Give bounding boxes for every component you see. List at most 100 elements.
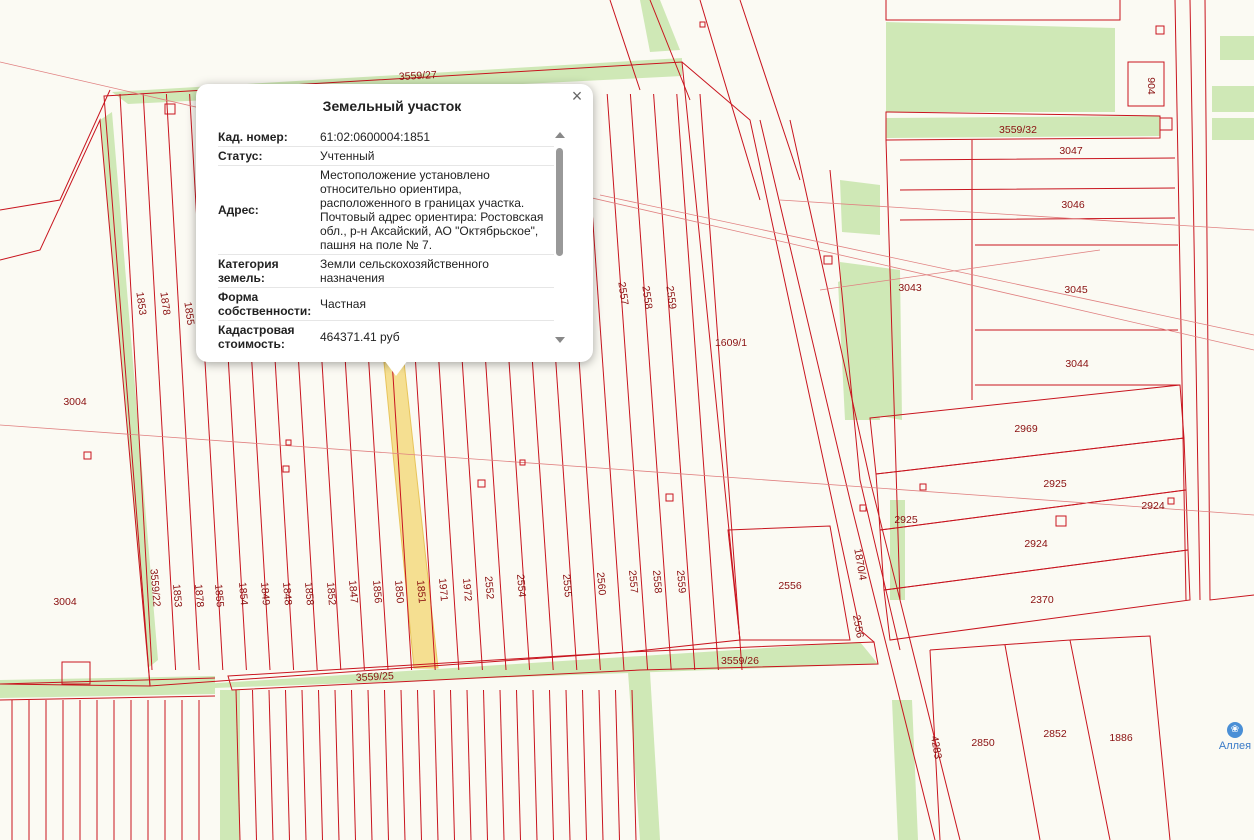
close-icon[interactable]: × [567,86,587,106]
parcel-label: 1609/1 [715,337,747,349]
parcel-boundary [334,689,340,840]
cadastral-map[interactable]: 1853 1878 18552557 2558 25593559/22 1853 1878 1… [0,0,1254,840]
parcel-label: 1972 [460,578,474,602]
parcel-label: 2557 [615,281,630,306]
structure-marker [282,465,290,473]
parcel-info-table: Кад. номер: 61:02:0600004:1851 Статус: Учт… [218,128,554,348]
parcel-label: 2559 [674,570,688,594]
parcel-boundary [351,689,356,840]
structure-marker [477,479,486,488]
parcel-label: 1849 [258,582,272,606]
parcel-label: 2559 [663,285,678,310]
structure-marker [919,483,927,491]
info-row: Статус: Учтенный [218,147,554,166]
parcel-label: 2557 [626,570,640,594]
info-key: Форма собственности: [218,290,312,318]
structure-marker [1167,497,1175,505]
info-key: Кадастровая стоимость: [218,323,295,348]
parcel-boundary [318,689,323,840]
info-value: Местоположение установлено относительно … [320,168,544,252]
parcel-label: 3046 [1061,199,1085,211]
structure-marker [665,493,674,502]
parcel-label: 2558 [639,285,654,310]
parcel-label: 1858 [302,582,316,606]
tree-pin-icon: ❀ [1227,722,1243,738]
poi-marker[interactable]: ❀ Аллея [1212,722,1254,752]
parcel-boundary [417,689,422,840]
road-label: 3559/27 [399,69,438,83]
parcel-label: 2552 [482,576,496,600]
road-label: 3559/26 [721,655,759,667]
poi-label: Аллея [1218,740,1252,752]
parcel-label: 2925 [894,514,918,526]
parcel-label: 1855 [212,584,226,608]
info-row: Форма собственности: Частная [218,288,554,321]
green-zone [1212,118,1254,140]
parcel-label: 2850 [971,737,995,749]
parcel-label: 4283 [928,735,944,760]
parcel-boundary [367,689,373,840]
parcel-label: 2370 [1030,594,1054,606]
scroll-up-icon[interactable] [555,132,565,138]
structure-marker [1055,515,1067,527]
parcel-boundary [549,689,554,840]
structure-marker [823,255,833,265]
scroll-down-icon[interactable] [555,337,565,343]
parcel-boundary [400,689,406,840]
parcel-info-popup: Земельный участок × Кад. номер: 61:02:060… [196,84,593,362]
info-row: Адрес: Местоположение установлено относит… [218,166,554,255]
parcel-label: 2558 [650,570,664,594]
info-key: Адрес: [218,203,259,217]
parcel-label: 1852 [324,582,338,606]
parcel-boundary [0,89,111,211]
green-zone [1212,86,1254,112]
parcel-label: 2924 [1024,538,1048,550]
parcel-label: 3044 [1065,358,1089,370]
selected-parcel-1851 [383,361,439,669]
parcel-boundary [885,0,1121,21]
info-value: 61:02:0600004:1851 [320,130,431,144]
scrollbar-thumb[interactable] [556,148,563,256]
parcel-boundary [699,93,743,671]
structure-marker [699,21,706,28]
parcel-label: 1854 [236,582,250,606]
parcel-label: 2969 [1014,423,1038,435]
parcel-boundary [565,689,571,840]
parcel-label: 1848 [280,582,294,606]
structure-marker [1159,117,1173,131]
parcel-boundary [450,689,455,840]
parcel-label: 3004 [63,396,87,408]
parcel-label: 2556 [850,614,866,639]
info-value: Частная [320,297,366,311]
parcel-label: 2554 [514,574,528,598]
parcel-boundary [433,689,439,840]
parcel-label: 1870/4 [851,548,868,582]
road-label: 3559/32 [999,124,1037,136]
parcel-boundary [516,689,521,840]
parcel-boundary [483,689,488,840]
structure-marker [83,451,92,460]
parcel-label: 1856 [370,580,384,604]
info-row: Кадастровая стоимость: 464371.41 руб [218,321,554,348]
parcel-boundary [499,689,505,840]
green-zone [886,22,1115,112]
parcel-label: 1878 [157,291,172,316]
info-value: Земли сельскохозяйственного назначения [320,257,489,285]
cadastral-grid-line [599,194,1254,336]
parcel-boundary [615,689,620,840]
info-key: Кад. номер: [218,130,288,144]
parcel-label: 904 [1145,77,1157,95]
parcel-label: 2555 [560,574,574,598]
info-key: Статус: [218,149,263,163]
parcel-label: 1855 [181,301,196,326]
green-zone [840,180,880,235]
green-zone [1220,36,1254,60]
parcel-label: 1971 [436,578,450,602]
parcel-boundary [285,689,290,840]
info-value: Учтенный [320,149,375,163]
road-label: 3559/25 [356,670,395,684]
parcel-label: 1853 [170,584,184,608]
info-key: Категория земель: [218,257,279,285]
parcel-boundary [301,689,307,840]
parcel-label: 2560 [594,572,608,596]
